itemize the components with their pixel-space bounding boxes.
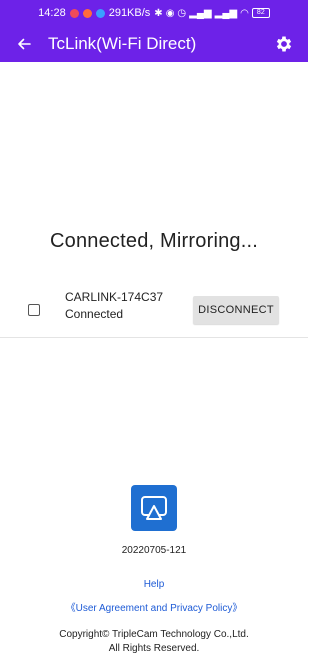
divider: [0, 337, 308, 338]
arrow-left-icon: [18, 38, 31, 50]
status-bar: 14:28 291KB/s ✱ ◉ ◷ ▂▄▆ ▂▄▆ ◠ 82: [0, 0, 308, 26]
device-list-item: CARLINK-174C37 Connected DISCONNECT: [0, 286, 308, 336]
vibrate-icon: ◉: [165, 7, 175, 19]
app-notification-icon: [82, 8, 92, 18]
privacy-policy-link[interactable]: 《User Agreement and Privacy Policy》: [0, 599, 308, 614]
device-status: Connected: [65, 307, 124, 321]
device-name: CARLINK-174C37: [65, 290, 164, 304]
bluetooth-icon: ✱: [154, 7, 163, 19]
app-version: 20220705-121: [121, 545, 187, 556]
app-logo: [131, 485, 177, 531]
notification-icon: [69, 8, 79, 18]
copyright-line-1: Copyright© TripleCam Technology Co.,Ltd.: [59, 629, 249, 640]
signal-icon: ▂▄▆: [189, 7, 212, 19]
back-button[interactable]: [6, 26, 42, 62]
device-checkbox[interactable]: [28, 304, 40, 316]
status-time: 14:28: [38, 7, 66, 19]
screen-mirror-icon: [141, 496, 167, 520]
signal-2-icon: ▂▄▆: [214, 7, 238, 19]
copyright: Copyright© TripleCam Technology Co.,Ltd.…: [0, 628, 308, 656]
status-icons: ✱ ◉ ◷ ▂▄▆ ▂▄▆ ◠ 82: [154, 8, 270, 19]
message-notification-icon: [95, 8, 105, 18]
alarm-icon: ◷: [177, 7, 187, 19]
help-link[interactable]: Help: [0, 579, 308, 590]
network-speed: 291KB/s: [108, 7, 151, 19]
gear-icon: [276, 36, 292, 52]
copyright-line-2: All Rights Reserved.: [108, 643, 200, 654]
wifi-icon: ◠: [240, 7, 249, 19]
battery-icon: 82: [251, 8, 270, 18]
disconnect-button[interactable]: DISCONNECT: [193, 296, 279, 324]
settings-button[interactable]: [266, 26, 302, 62]
app-title: TcLink(Wi-Fi Direct): [48, 34, 197, 53]
app-bar: TcLink(Wi-Fi Direct): [0, 26, 308, 62]
connection-status-headline: Connected, Mirroring...: [49, 230, 259, 252]
